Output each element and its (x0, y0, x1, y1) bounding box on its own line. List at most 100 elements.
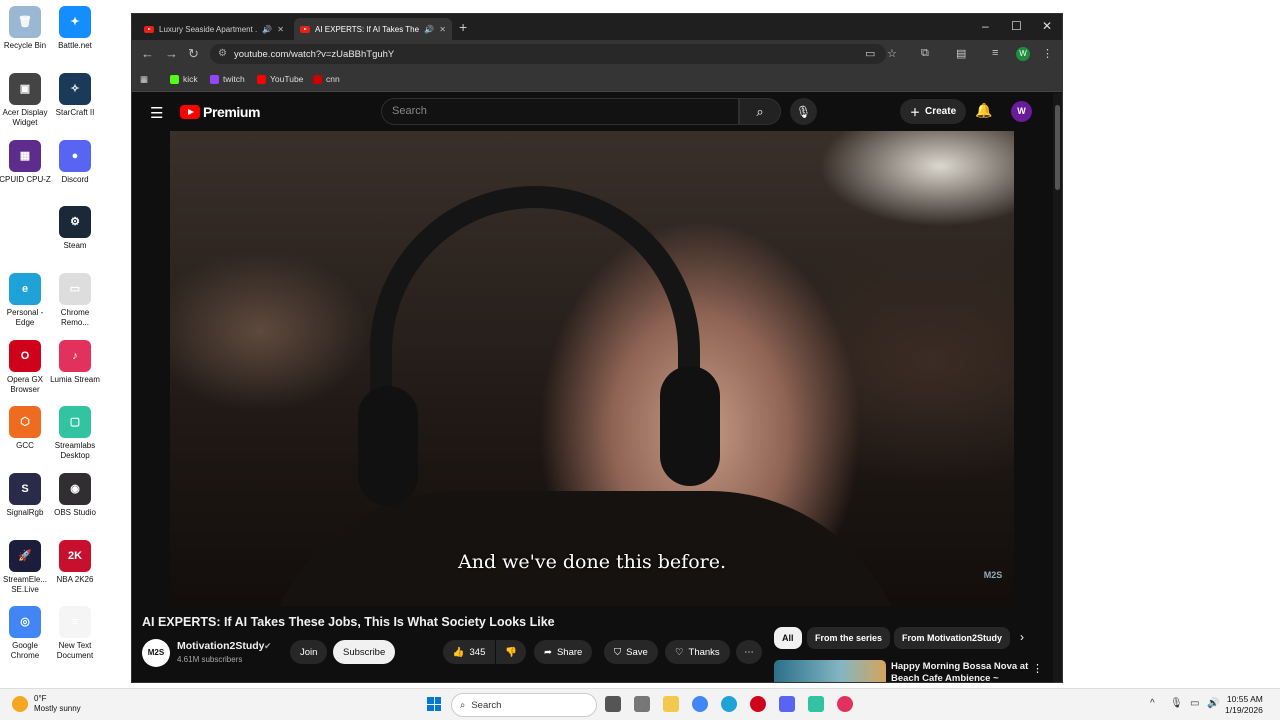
desktop-icon[interactable]: 🗑 Recycle Bin (0, 6, 53, 51)
network-icon[interactable]: ▭ (1190, 698, 1199, 709)
notifications-bell-icon[interactable]: 🔔 (975, 102, 992, 119)
channel-name[interactable]: Motivation2Study (177, 640, 265, 652)
save-button[interactable]: ⛉ Save (604, 640, 658, 664)
thanks-button[interactable]: ♡ Thanks (665, 640, 730, 664)
recommended-title[interactable]: Happy Morning Bossa Nova at Beach Cafe A… (891, 661, 1029, 682)
url-field[interactable]: ⚙ youtube.com/watch?v=zUaBBhTguhY (210, 44, 886, 64)
more-actions-button[interactable]: ⋯ (736, 640, 762, 664)
desktop-icon[interactable]: O Opera GX Browser (0, 340, 53, 395)
desktop-icon[interactable]: e Personal - Edge (0, 273, 53, 328)
desktop-icon[interactable]: ◉ OBS Studio (47, 473, 103, 518)
desktop-icon-label: OBS Studio (54, 508, 96, 517)
sidebar-icon[interactable]: ▤ (956, 47, 966, 60)
like-button[interactable]: 👍 345 (443, 640, 495, 664)
desktop-icon[interactable]: ◎ Google Chrome (0, 606, 53, 661)
bookmark-star-icon[interactable]: ☆ (887, 47, 897, 60)
tab-title: Luxury Seaside Apartment ... (159, 24, 258, 34)
bookmark-kick[interactable]: kick (170, 74, 198, 84)
discord-icon[interactable] (779, 696, 795, 712)
bookmark-label: YouTube (270, 74, 304, 84)
desktop-icon[interactable]: ≡ New Text Document (47, 606, 103, 661)
desktop-icon[interactable]: S SignalRgb (0, 473, 53, 518)
microphone-tray-icon[interactable]: 🎙 (1170, 698, 1183, 709)
clock[interactable]: 10:55 AM 1/19/2026 (1225, 694, 1263, 716)
chip-from-channel[interactable]: From Motivation2Study (894, 627, 1011, 649)
video-caption: And we've done this before. (457, 551, 726, 573)
youtube-logo[interactable]: Premium (180, 104, 261, 120)
extensions-icon[interactable]: ⧉ (921, 47, 929, 60)
chrome-icon[interactable] (692, 696, 708, 712)
share-button[interactable]: ➦ Share (534, 640, 593, 664)
search-button[interactable]: ⌕ (739, 98, 781, 125)
channel-avatar[interactable]: M2S (142, 639, 170, 667)
task-view-icon[interactable] (605, 696, 621, 712)
cast-icon[interactable]: ▭ (865, 47, 875, 60)
person-body (260, 491, 910, 606)
profile-avatar[interactable]: W (1016, 47, 1030, 61)
desktop-icon[interactable]: ▢ Streamlabs Desktop (47, 406, 103, 461)
desktop-icon[interactable]: ✦ Battle.net (47, 6, 103, 51)
lumia-icon[interactable] (837, 696, 853, 712)
edge-icon[interactable] (721, 696, 737, 712)
guide-menu-icon[interactable]: ☰ (150, 104, 163, 122)
tray-overflow-icon[interactable]: ^ (1150, 698, 1155, 709)
subscribe-button[interactable]: Subscribe (333, 640, 396, 664)
widgets-icon[interactable] (634, 696, 650, 712)
account-avatar[interactable]: W (1011, 101, 1032, 122)
join-button[interactable]: Join (290, 640, 328, 664)
page-scrollbar[interactable] (1053, 93, 1062, 682)
desktop-icon[interactable]: ✧ StarCraft II (47, 73, 103, 118)
desktop-icon[interactable]: 2K NBA 2K26 (47, 540, 103, 585)
opera-gx-icon[interactable] (750, 696, 766, 712)
tab-ai-experts[interactable]: AI EXPERTS: If AI Takes The... 🔊 ✕ (294, 18, 452, 40)
speaker-icon[interactable]: 🔊 (424, 25, 434, 34)
channel-watermark[interactable]: M2S (978, 570, 1008, 580)
forward-button[interactable]: → (165, 46, 178, 61)
speaker-icon[interactable]: 🔊 (262, 25, 272, 34)
desktop-icon[interactable]: ▦ CPUID CPU-Z (0, 140, 53, 185)
taskbar-search[interactable]: ⌕ Search (451, 693, 597, 717)
voice-search-button[interactable]: 🎙 (790, 98, 817, 125)
desktop-icon[interactable]: ⚙ Steam (47, 206, 103, 251)
desktop-icon[interactable]: 🚀 StreamEle... SE.Live (0, 540, 53, 595)
minimize-button[interactable]: – (982, 19, 989, 33)
bookmark-youtube[interactable]: YouTube (257, 74, 303, 84)
streamlabs-icon[interactable] (808, 696, 824, 712)
start-button[interactable] (427, 697, 441, 711)
chip-from-series[interactable]: From the series (807, 627, 891, 649)
close-window-button[interactable]: ✕ (1042, 19, 1052, 33)
desktop-icon-label: Battle.net (58, 41, 92, 50)
close-tab-icon[interactable]: ✕ (439, 25, 446, 34)
bookmark-twitch[interactable]: twitch (210, 74, 245, 84)
video-player[interactable]: And we've done this before. (170, 131, 1014, 606)
desktop-icon[interactable]: ♪ Lumia Stream (47, 340, 103, 385)
weather-widget[interactable]: 0°F Mostly sunny (12, 694, 81, 714)
app-icon: ▦ (9, 140, 41, 172)
apps-grid-icon[interactable]: ▦ (140, 74, 148, 85)
bookmark-cnn[interactable]: cnn (313, 74, 340, 84)
desktop-icon[interactable]: ▭ Chrome Remo... (47, 273, 103, 328)
desktop-icon[interactable]: ⬡ GCC (0, 406, 53, 451)
recommended-thumbnail[interactable] (774, 660, 886, 682)
create-button[interactable]: ＋ Create (900, 99, 967, 124)
reload-button[interactable]: ↻ (188, 46, 199, 62)
file-explorer-icon[interactable] (663, 696, 679, 712)
tab-luxury-seaside[interactable]: Luxury Seaside Apartment ... 🔊 ✕ (138, 18, 290, 40)
dislike-button[interactable]: 👎 (496, 640, 526, 664)
chevron-right-icon[interactable]: › (1020, 630, 1024, 644)
media-control-icon[interactable]: ≡ (992, 47, 998, 59)
desktop-icon[interactable]: ● Discord (47, 140, 103, 185)
chip-all[interactable]: All (774, 627, 802, 649)
headphone-cup-left (358, 386, 418, 506)
search-input[interactable]: Search (381, 98, 739, 125)
volume-icon[interactable]: 🔊 (1207, 698, 1219, 709)
desktop-icon[interactable]: ▣ Acer Display Widget (0, 73, 53, 128)
recommended-menu-icon[interactable]: ⋮ (1032, 662, 1043, 675)
close-tab-icon[interactable]: ✕ (277, 25, 284, 34)
menu-kebab-icon[interactable]: ⋮ (1042, 47, 1053, 60)
back-button[interactable]: ← (141, 46, 154, 61)
scrollbar-thumb[interactable] (1055, 105, 1060, 190)
maximize-button[interactable]: ☐ (1011, 19, 1022, 33)
site-info-icon[interactable]: ⚙ (218, 48, 227, 59)
new-tab-button[interactable]: + (459, 19, 467, 35)
